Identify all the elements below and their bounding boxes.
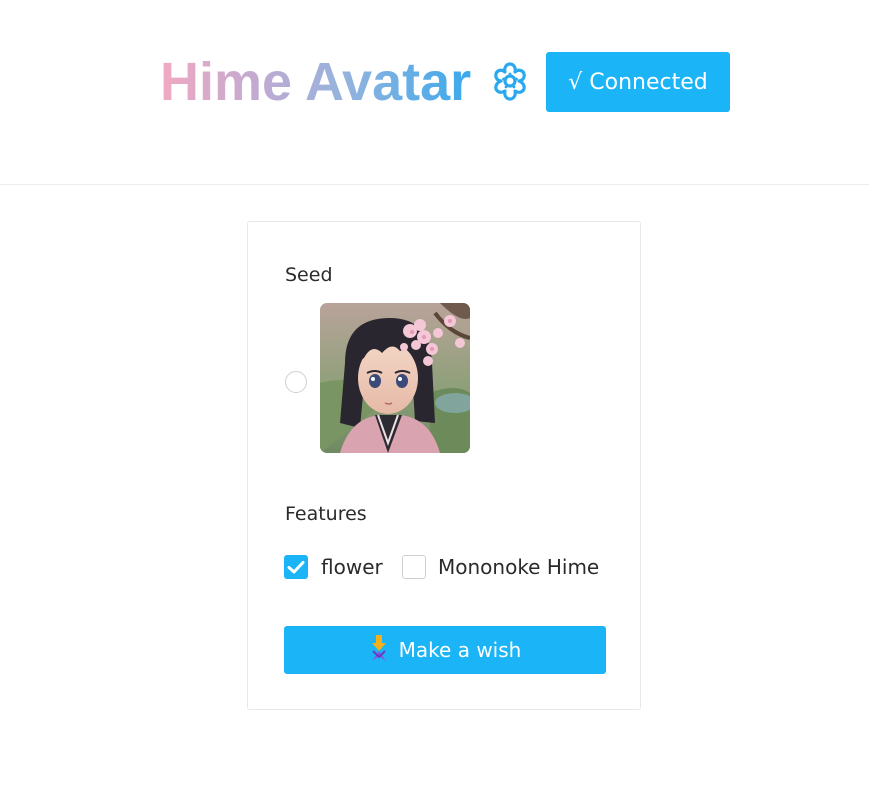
- seed-radio[interactable]: [285, 371, 307, 393]
- page-title: Hime Avatar: [160, 52, 472, 112]
- mononoke-hime-checkbox[interactable]: [402, 555, 426, 579]
- flower-checkbox-label[interactable]: flower: [321, 555, 383, 579]
- seed-label: Seed: [285, 264, 333, 286]
- flower-checkbox[interactable]: [284, 555, 308, 579]
- connected-button-label: √ Connected: [568, 69, 708, 95]
- avatar-form-card: Seed Features flower Mononoke Hime Make …: [247, 221, 641, 710]
- features-label: Features: [285, 503, 367, 525]
- cherry-blossom-icon: [487, 58, 533, 104]
- mononoke-hime-checkbox-label[interactable]: Mononoke Hime: [438, 555, 599, 579]
- connected-button[interactable]: √ Connected: [546, 52, 730, 112]
- app-header: Hime Avatar √ Connected: [0, 0, 869, 185]
- make-a-wish-button[interactable]: Make a wish: [284, 626, 606, 674]
- make-a-wish-label: Make a wish: [398, 638, 522, 662]
- seed-avatar-image[interactable]: [320, 303, 470, 453]
- wish-ribbon-icon: [369, 634, 389, 666]
- check-icon: [287, 561, 305, 574]
